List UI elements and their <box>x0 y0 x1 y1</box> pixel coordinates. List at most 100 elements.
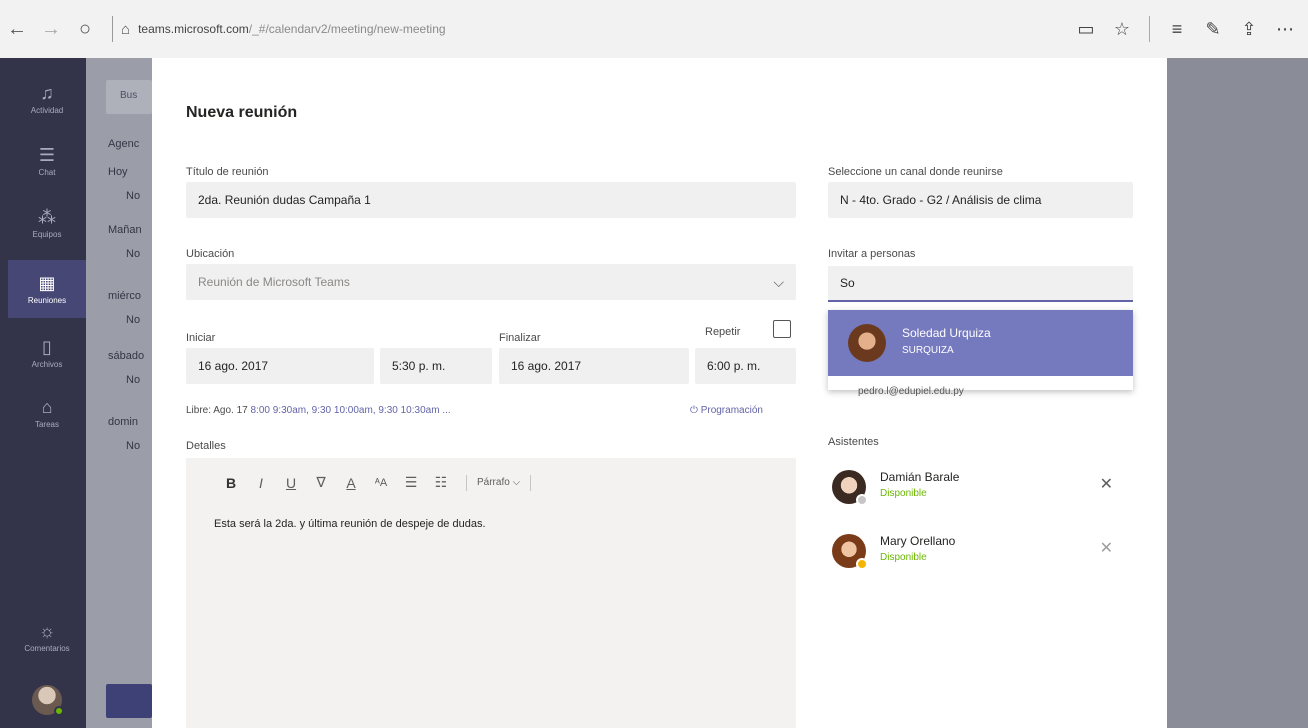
toolbar-separator <box>466 474 467 491</box>
feedback-icon: ☼ <box>38 621 56 641</box>
left-edge <box>0 58 8 728</box>
rail-item-meetings[interactable]: ▦ Reuniones <box>8 260 86 318</box>
browser-toolbar: ← → ○ ⌂ teams.microsoft.com/_#/calendarv… <box>0 0 1308 58</box>
rail-label: Comentarios <box>24 644 70 653</box>
start-time-input[interactable]: 5:30 p. m. <box>380 348 492 384</box>
attendee-name: Mary Orellano <box>880 534 956 548</box>
teams-icon: ⁂ <box>38 207 56 227</box>
start-label: Iniciar <box>186 332 216 344</box>
rail-item-activity[interactable]: ♫ Actividad <box>8 70 86 128</box>
repeat-label: Repetir <box>705 326 741 338</box>
attendee-name: Damián Barale <box>880 470 960 484</box>
suggestion-alias: SURQUIZA <box>902 345 954 356</box>
rail-item-tasks[interactable]: ⌂ Tareas <box>8 384 86 442</box>
avatar[interactable] <box>32 685 64 716</box>
attendee-item: Damián Barale Disponible ✕ <box>828 466 1133 516</box>
invite-input[interactable]: So <box>828 266 1133 302</box>
share-icon[interactable]: ⇪ <box>1232 12 1266 46</box>
toolbar-divider <box>1149 16 1150 42</box>
location-select[interactable]: Reunión de Microsoft Teams ⌵ <box>186 264 796 300</box>
hub-icon[interactable]: ≡ <box>1160 12 1194 46</box>
calendar-icon: ▦ <box>38 273 56 293</box>
font-color-icon[interactable]: A <box>336 475 366 491</box>
channel-label: Seleccione un canal donde reunirse <box>828 166 1003 178</box>
end-date-input[interactable]: 16 ago. 2017 <box>499 348 689 384</box>
rail-label: Equipos <box>32 230 62 239</box>
background-text: Agenc <box>108 138 140 150</box>
background-text: miérco <box>108 290 142 302</box>
repeat-checkbox[interactable] <box>773 320 791 338</box>
url-text: teams.microsoft.com/_#/calendarv2/meetin… <box>138 22 446 36</box>
rail-label: Reuniones <box>27 296 67 305</box>
free-times-slots[interactable]: 8:00 9:30am, 9:30 10:00am, 9:30 10:30am … <box>251 405 451 416</box>
more-icon[interactable]: ⋯ <box>1268 12 1302 46</box>
bold-icon[interactable]: B <box>216 475 246 491</box>
format-toolbar: B I U ∇ A ᴬA ☰ ☷ Párrafo ⌵ <box>216 474 541 491</box>
forward-icon[interactable]: → <box>34 12 68 46</box>
italic-icon[interactable]: I <box>246 475 276 491</box>
attendees-label: Asistentes <box>828 436 879 448</box>
numbered-list-icon[interactable]: ☷ <box>426 474 456 491</box>
title-label: Título de reunión <box>186 166 269 178</box>
toolbar-separator <box>530 474 532 491</box>
details-label: Detalles <box>186 440 226 452</box>
invite-label: Invitar a personas <box>828 248 916 260</box>
rail-item-feedback[interactable]: ☼ Comentarios <box>8 608 86 666</box>
partial-suggestion: pedro.l@edupiel.edu.py <box>858 386 964 397</box>
tasks-icon: ⌂ <box>41 397 53 417</box>
end-label: Finalizar <box>499 332 541 344</box>
rail-item-files[interactable]: ▯ Archivos <box>8 324 86 382</box>
paragraph-format-select[interactable]: Párrafo ⌵ <box>477 477 520 488</box>
bullet-list-icon[interactable]: ☰ <box>396 474 426 491</box>
background-agenda <box>86 58 152 728</box>
schedule-link[interactable]: ⏻ Programación <box>690 405 763 416</box>
app-rail: ♫ Actividad ☰ Chat ⁂ Equipos ▦ Reuniones ▯ Ar… <box>8 58 86 728</box>
reading-view-icon[interactable]: ▭ <box>1069 12 1103 46</box>
background-search: Bus <box>106 80 152 114</box>
suggestion-item[interactable]: Soledad Urquiza SURQUIZA <box>828 310 1133 376</box>
refresh-icon[interactable]: ○ <box>68 12 102 46</box>
background-search-text: Bus <box>120 90 138 101</box>
bell-icon: ♫ <box>40 83 54 103</box>
background-text: sábado <box>108 350 145 362</box>
highlight-icon[interactable]: ∇ <box>306 474 336 491</box>
avatar <box>848 324 886 362</box>
meeting-title-input[interactable]: 2da. Reunión dudas Campaña 1 <box>186 182 796 218</box>
channel-select[interactable]: N - 4to. Grado - G2 / Análisis de clima <box>828 182 1133 218</box>
back-icon[interactable]: ← <box>0 12 34 46</box>
location-value: Reunión de Microsoft Teams <box>198 275 350 289</box>
favorite-star-icon[interactable]: ☆ <box>1105 12 1139 46</box>
start-date-input[interactable]: 16 ago. 2017 <box>186 348 374 384</box>
background-text: Hoy <box>108 166 128 178</box>
attendee-item: Mary Orellano Disponible ✕ <box>828 530 1133 580</box>
address-divider <box>112 16 113 42</box>
free-times-label: Libre: Ago. 17 <box>186 405 251 416</box>
notes-icon[interactable]: ✎ <box>1196 12 1230 46</box>
attendee-status: Disponible <box>880 488 927 499</box>
page-title: Nueva reunión <box>186 104 298 121</box>
presence-dot <box>856 494 868 506</box>
presence-dot <box>54 706 64 716</box>
details-editor[interactable]: B I U ∇ A ᴬA ☰ ☷ Párrafo ⌵ Esta será la … <box>186 458 796 728</box>
files-icon: ▯ <box>42 337 52 357</box>
details-text: Esta será la 2da. y última reunión de de… <box>214 518 486 530</box>
background-text: Mañan <box>108 224 142 236</box>
chat-icon: ☰ <box>38 145 56 165</box>
presence-dot <box>856 558 868 570</box>
background-text: domin <box>108 416 138 428</box>
attendee-status: Disponible <box>880 552 927 563</box>
font-size-icon[interactable]: ᴬA <box>366 477 396 489</box>
rail-label: Chat <box>38 168 56 177</box>
address-bar[interactable]: ⌂ teams.microsoft.com/_#/calendarv2/meet… <box>108 12 1069 46</box>
new-meeting-dialog: Nueva reunión Título de reunión 2da. Reu… <box>152 58 1167 728</box>
rail-label: Actividad <box>30 106 64 115</box>
rail-item-chat[interactable]: ☰ Chat <box>8 132 86 190</box>
chevron-down-icon: ⌵ <box>773 274 784 290</box>
underline-icon[interactable]: U <box>276 475 306 491</box>
close-icon[interactable]: ✕ <box>1100 538 1113 558</box>
end-time-input[interactable]: 6:00 p. m. <box>695 348 796 384</box>
suggestion-name: Soledad Urquiza <box>902 326 991 340</box>
close-icon[interactable]: ✕ <box>1100 474 1113 494</box>
location-label: Ubicación <box>186 248 235 260</box>
rail-item-teams[interactable]: ⁂ Equipos <box>8 194 86 252</box>
